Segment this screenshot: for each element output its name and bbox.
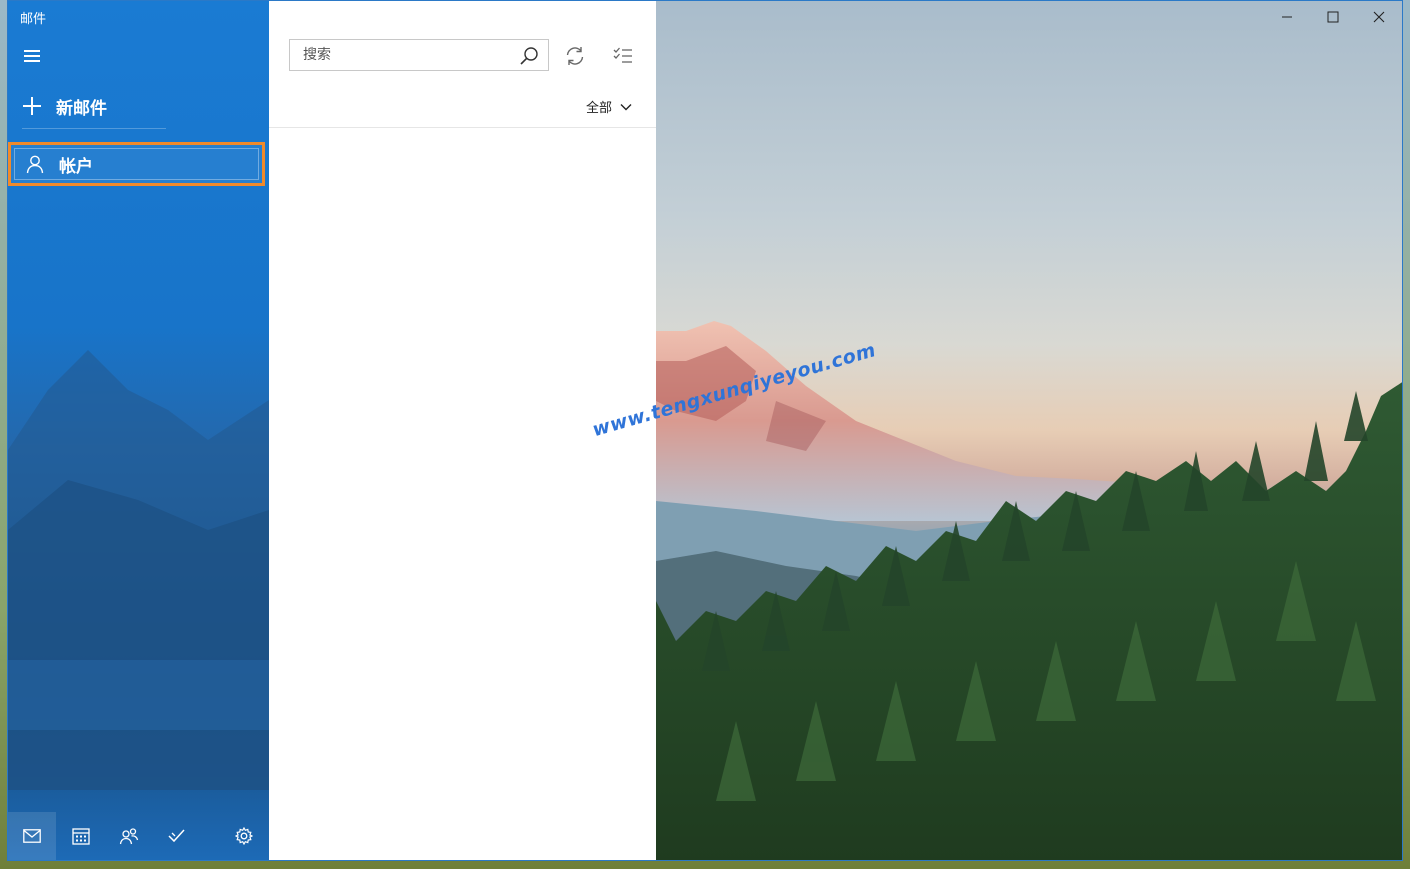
- settings-icon: [235, 827, 253, 845]
- nav-separator: [22, 128, 166, 129]
- calendar-icon: [72, 828, 90, 845]
- todo-icon: [168, 829, 185, 843]
- selection-mode-icon[interactable]: [612, 45, 634, 67]
- person-icon: [26, 155, 44, 174]
- accounts-button[interactable]: 帐户: [8, 142, 265, 186]
- new-mail-label: 新邮件: [56, 98, 107, 119]
- window-controls: [1264, 1, 1402, 33]
- settings-button[interactable]: [230, 822, 258, 850]
- mail-icon: [23, 829, 41, 843]
- chevron-down-icon: [620, 103, 632, 110]
- close-icon: [1373, 11, 1385, 23]
- search-icon[interactable]: [519, 46, 539, 66]
- hamburger-menu-button[interactable]: [24, 47, 42, 65]
- search-box: [289, 39, 549, 71]
- nav-background-mountain: [8, 350, 269, 790]
- sync-icon[interactable]: [564, 45, 586, 67]
- todo-switch-button[interactable]: [163, 822, 191, 850]
- filter-dropdown[interactable]: 全部: [586, 97, 632, 116]
- maximize-button[interactable]: [1310, 1, 1356, 33]
- maximize-icon: [1327, 11, 1339, 23]
- reading-pane-background: [656, 1, 1402, 860]
- filter-label: 全部: [586, 101, 613, 116]
- app-title: 邮件: [20, 12, 47, 27]
- people-icon: [119, 828, 139, 845]
- mail-app-window: 邮件 新邮件 帐户 搜索 全部: [7, 0, 1403, 861]
- nav-bottom-bar: [8, 812, 269, 860]
- accounts-label: 帐户: [59, 156, 93, 177]
- calendar-switch-button[interactable]: [67, 822, 95, 850]
- plus-icon: [22, 96, 42, 116]
- list-header-divider: [269, 127, 656, 128]
- new-mail-button[interactable]: 新邮件: [22, 91, 107, 121]
- close-button[interactable]: [1356, 1, 1402, 33]
- search-input[interactable]: [301, 46, 505, 64]
- navigation-pane: 邮件 新邮件 帐户: [8, 1, 269, 860]
- minimize-icon: [1282, 16, 1292, 18]
- mail-switch-button[interactable]: [8, 812, 56, 860]
- people-switch-button[interactable]: [115, 822, 143, 850]
- landscape-image: [656, 321, 1402, 860]
- account-focus-border: [14, 148, 259, 180]
- minimize-button[interactable]: [1264, 1, 1310, 33]
